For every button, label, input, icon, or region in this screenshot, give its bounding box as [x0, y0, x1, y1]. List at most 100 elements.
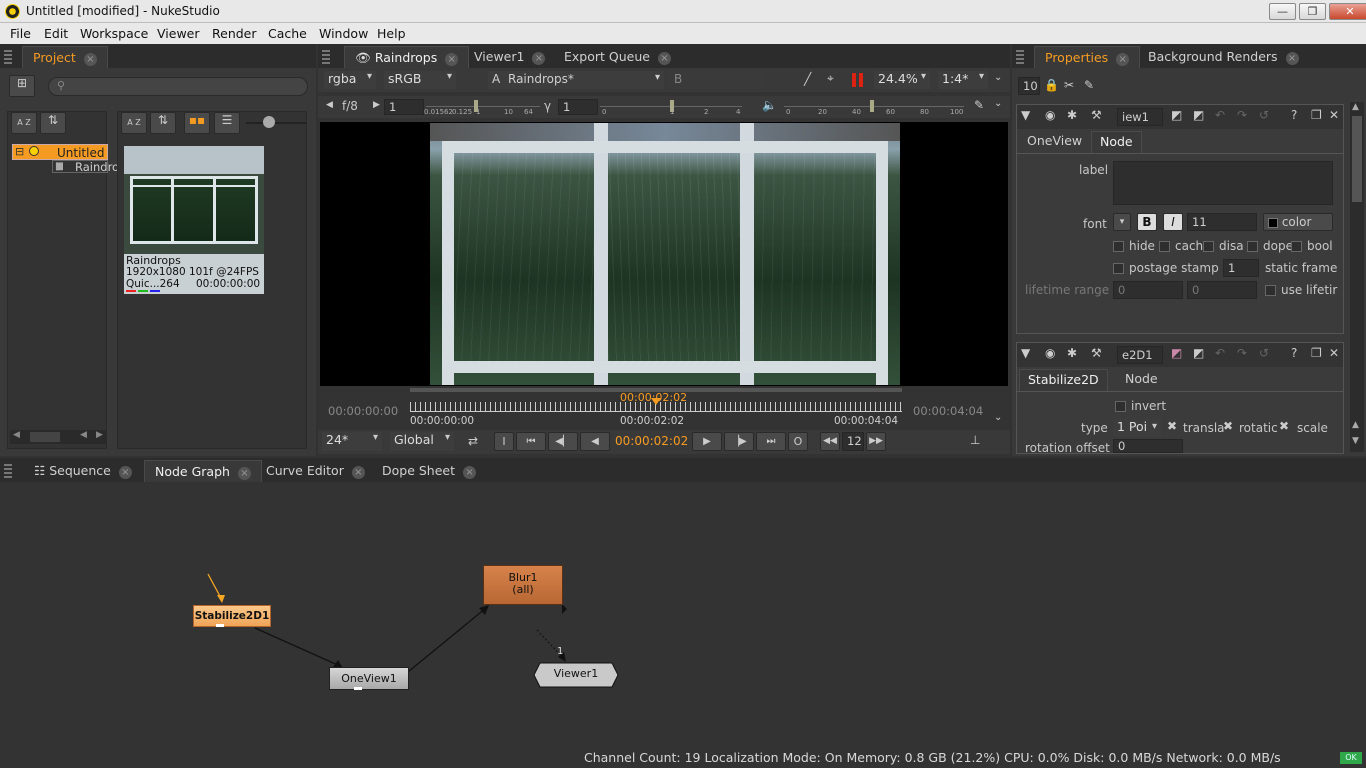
expand-toolbar-icon[interactable]: ⌄ — [994, 98, 1002, 109]
go-to-start-button[interactable]: ⏮ — [516, 432, 546, 451]
collapse-triangle-icon[interactable]: ▼ — [1021, 346, 1030, 360]
label-textarea[interactable] — [1113, 161, 1333, 205]
tree-child-item[interactable]: ▆ Raindrops — [52, 160, 132, 174]
menu-workspace[interactable]: Workspace — [80, 26, 148, 41]
bookmark-checkbox[interactable] — [1291, 241, 1302, 252]
subtab-node[interactable]: Node — [1091, 131, 1142, 153]
font-size-input[interactable]: 11 — [1187, 213, 1257, 231]
float-panel-icon[interactable]: ❐ — [1311, 346, 1322, 360]
skip-forward-increment-button[interactable]: ▶▶ — [866, 432, 886, 451]
go-to-end-button[interactable]: ⏭ — [756, 432, 786, 451]
volume-icon[interactable]: 🔈 — [762, 98, 777, 112]
panel-grip-icon[interactable] — [322, 50, 330, 64]
frame-range-dropdown[interactable]: Global — [390, 432, 454, 451]
clear-panels-icon[interactable]: ✂ — [1064, 78, 1074, 92]
close-window-button[interactable]: ✕ — [1329, 3, 1366, 20]
node-color-icon[interactable]: ✱ — [1067, 346, 1077, 360]
tree-root-item[interactable]: ⊟ Untitled 1 — [12, 144, 108, 174]
menu-file[interactable]: File — [10, 26, 31, 41]
node-color-icon[interactable]: ✱ — [1067, 108, 1077, 122]
edit-icon[interactable]: ✎ — [1084, 78, 1094, 92]
bin-sort-order-button[interactable]: ⇅ — [150, 112, 176, 134]
audio-slider-handle[interactable] — [870, 100, 874, 112]
channels-dropdown[interactable]: rgba — [324, 71, 376, 89]
revert-icon[interactable]: ↺ — [1259, 108, 1269, 122]
subtab-node[interactable]: Node — [1117, 369, 1166, 391]
lock-icon[interactable]: 🔒 — [1044, 78, 1059, 92]
colorspace-dropdown[interactable]: sRGB — [384, 71, 456, 89]
blur-node[interactable]: Blur1 (all) — [483, 565, 563, 605]
frame-increment-input[interactable]: 12 — [842, 432, 864, 451]
grid-view-button[interactable]: ⊞ — [9, 75, 35, 97]
sort-az-button[interactable]: A Z — [11, 112, 37, 134]
slider-handle[interactable] — [263, 116, 275, 128]
clip-thumbnail[interactable]: Raindrops 1920x1080 101f @24FPS Quic...2… — [124, 146, 264, 294]
rotation-offset-input[interactable]: 0 — [1113, 439, 1183, 453]
panel-grip-icon[interactable] — [4, 50, 12, 64]
timeline-settings-icon[interactable]: ⊥ — [970, 433, 980, 447]
scroll-thumb[interactable] — [30, 432, 60, 442]
expand-toolbar-icon[interactable]: ⌄ — [994, 412, 1002, 423]
scale-toggle-icon[interactable]: ✖ — [1279, 419, 1289, 433]
timeline-range-bar[interactable] — [410, 388, 902, 392]
center-node-icon[interactable]: ◉ — [1045, 346, 1055, 360]
node-name-input[interactable]: iew1 — [1117, 108, 1163, 126]
scroll-thumb[interactable] — [1352, 116, 1362, 202]
close-tab-icon[interactable]: × — [1116, 53, 1130, 66]
minimize-button[interactable]: — — [1269, 3, 1296, 20]
stabilize-to-oneview-link[interactable] — [254, 627, 341, 667]
expand-toolbar-icon[interactable]: ⌄ — [994, 72, 1002, 83]
next-frame-button[interactable]: ▕▶ — [724, 432, 754, 451]
tab-sequence[interactable]: ☷ Sequence × — [24, 460, 142, 482]
invert-checkbox[interactable] — [1115, 401, 1126, 412]
out-point-button[interactable]: O — [788, 432, 808, 451]
maximize-button[interactable]: ❐ — [1299, 3, 1326, 20]
tab-viewer1[interactable]: Viewer1 × — [464, 46, 555, 68]
zoom-dropdown[interactable]: 24.4% — [874, 71, 930, 89]
tab-properties[interactable]: Properties × — [1034, 46, 1141, 68]
tab-dope-sheet[interactable]: Dope Sheet × — [372, 460, 486, 482]
current-timecode[interactable]: 00:00:02:02 — [615, 434, 688, 448]
tab-node-graph[interactable]: Node Graph × — [144, 460, 262, 482]
disable-checkbox[interactable] — [1203, 241, 1214, 252]
lifetime-start-input[interactable]: 0 — [1113, 281, 1183, 299]
node-tools-icon[interactable]: ⚒ — [1091, 108, 1102, 122]
blur-mask-input-icon[interactable] — [562, 604, 567, 614]
redo-icon[interactable]: ↷ — [1237, 346, 1247, 360]
undo-icon[interactable]: ↶ — [1215, 346, 1225, 360]
pause-icon[interactable] — [852, 73, 864, 87]
panel-grip-icon[interactable] — [1016, 50, 1024, 64]
close-tab-icon[interactable]: × — [118, 466, 132, 479]
project-search-input[interactable]: ⚲ — [48, 77, 308, 96]
node-name-input[interactable]: e2D1 — [1117, 346, 1163, 364]
fps-dropdown[interactable]: 24* — [322, 432, 382, 451]
dope-checkbox[interactable] — [1247, 241, 1258, 252]
gamma-input[interactable]: 1 — [558, 99, 598, 115]
tab-background-renders[interactable]: Background Renders × — [1138, 46, 1309, 68]
sort-order-button[interactable]: ⇅ — [40, 112, 66, 134]
close-panel-icon[interactable]: ✕ — [1329, 346, 1339, 360]
menu-help[interactable]: Help — [377, 26, 406, 41]
close-panel-icon[interactable]: ✕ — [1329, 108, 1339, 122]
proxy-ratio-dropdown[interactable]: 1:4* — [938, 71, 988, 89]
max-panels-input[interactable]: 10 — [1018, 77, 1040, 95]
postage-stamp-frame-input[interactable]: 1 — [1223, 259, 1259, 277]
tab-export-queue[interactable]: Export Queue × — [554, 46, 681, 68]
cache-checkbox[interactable] — [1159, 241, 1170, 252]
play-forward-button[interactable]: ▶ — [692, 432, 722, 451]
scroll-left-icon[interactable]: ◀ — [80, 430, 87, 440]
fstop-increase-icon[interactable]: ▶ — [373, 100, 380, 110]
menu-cache[interactable]: Cache — [268, 26, 307, 41]
tab-project[interactable]: Project × — [22, 46, 108, 68]
font-dropdown[interactable]: ▾ — [1113, 213, 1131, 231]
close-tab-icon[interactable]: × — [463, 466, 477, 479]
input-a-dropdown[interactable]: A Raindrops* ▾ — [488, 71, 664, 89]
menu-edit[interactable]: Edit — [44, 26, 68, 41]
redo-icon[interactable]: ↷ — [1237, 108, 1247, 122]
help-icon[interactable]: ? — [1291, 346, 1297, 360]
close-tab-icon[interactable]: × — [532, 52, 546, 65]
thumbnail-view-button[interactable]: ▪▪ — [184, 112, 210, 134]
previous-frame-button[interactable]: ◀▏ — [548, 432, 578, 451]
thumbnail-size-slider[interactable] — [246, 122, 306, 124]
close-tab-icon[interactable]: × — [1285, 52, 1299, 65]
